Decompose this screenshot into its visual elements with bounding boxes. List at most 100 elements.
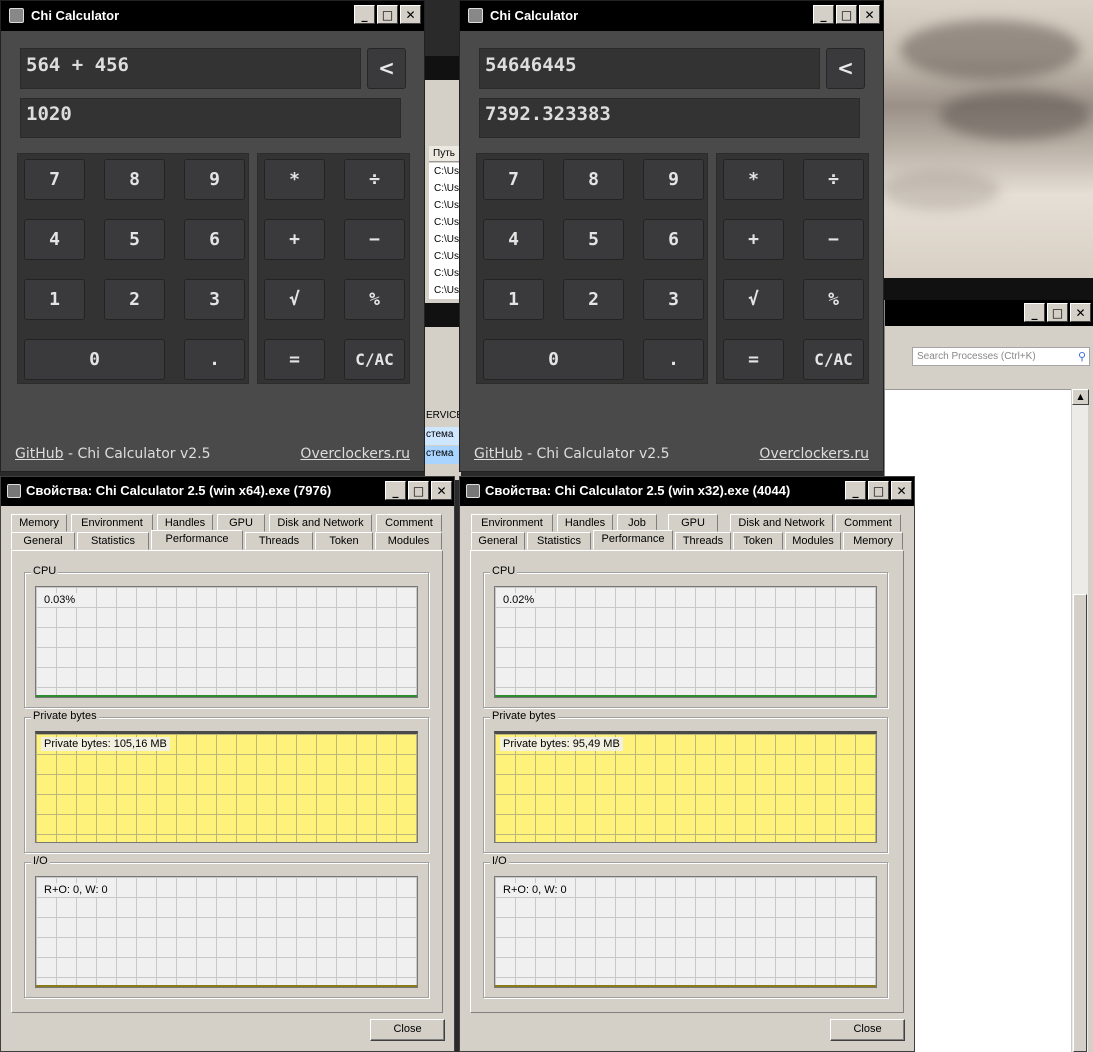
vertical-scrollbar[interactable]: ▲ [1071,389,1089,1052]
tab-modules[interactable]: Modules [785,532,841,550]
key-sqrt[interactable]: √ [723,279,784,320]
key-0[interactable]: 0 [483,339,624,380]
path-cell[interactable]: C:\Us [429,180,461,197]
maximize-button[interactable]: □ [836,5,857,24]
key-multiply[interactable]: * [264,159,325,200]
github-link[interactable]: GitHub [15,446,64,462]
tab-memory[interactable]: Memory [843,532,903,550]
key-3[interactable]: 3 [184,279,245,320]
tab-threads[interactable]: Threads [675,532,731,550]
key-clear[interactable]: C/AC [344,339,405,380]
expression-display[interactable]: 54646445 [479,48,820,89]
close-button[interactable]: ✕ [891,481,912,500]
key-4[interactable]: 4 [24,219,85,260]
tab-comment[interactable]: Comment [376,514,442,532]
github-link[interactable]: GitHub [474,446,523,462]
overclockers-link[interactable]: Overclockers.ru [300,446,410,462]
minimize-button[interactable]: _ [845,481,866,500]
user-cell[interactable]: ERVICE [425,408,461,426]
tab-token[interactable]: Token [733,532,783,550]
maximize-button[interactable]: □ [408,481,429,500]
key-sqrt[interactable]: √ [264,279,325,320]
path-column-header[interactable]: Путь [429,146,461,162]
key-clear[interactable]: C/AC [803,339,864,380]
key-7[interactable]: 7 [483,159,544,200]
key-divide[interactable]: ÷ [344,159,405,200]
maximize-button[interactable]: □ [377,5,398,24]
key-9[interactable]: 9 [643,159,704,200]
overclockers-link[interactable]: Overclockers.ru [759,446,869,462]
key-decimal[interactable]: . [184,339,245,380]
key-decimal[interactable]: . [643,339,704,380]
path-cell[interactable]: C:\Us [429,248,461,265]
minimize-button[interactable]: _ [1024,303,1045,322]
path-cell[interactable]: C:\Us [429,197,461,214]
tab-memory[interactable]: Memory [11,514,67,532]
tab-general[interactable]: General [11,532,75,550]
minimize-button[interactable]: _ [813,5,834,24]
close-button[interactable]: ✕ [1070,303,1091,322]
key-0[interactable]: 0 [24,339,165,380]
expression-display[interactable]: 564 + 456 [20,48,361,89]
key-add[interactable]: + [264,219,325,260]
key-divide[interactable]: ÷ [803,159,864,200]
key-equals[interactable]: = [264,339,325,380]
maximize-button[interactable]: □ [1047,303,1068,322]
minimize-button[interactable]: _ [354,5,375,24]
search-icon[interactable]: ⚲ [1078,350,1086,363]
scroll-thumb[interactable] [1073,594,1087,1052]
path-cell[interactable]: C:\Us [429,265,461,282]
tab-performance[interactable]: Performance [151,530,243,550]
key-6[interactable]: 6 [643,219,704,260]
key-1[interactable]: 1 [24,279,85,320]
close-dialog-button[interactable]: Close [370,1019,445,1041]
key-5[interactable]: 5 [104,219,165,260]
tab-general[interactable]: General [471,532,525,550]
tab-gpu[interactable]: GPU [668,514,718,532]
key-4[interactable]: 4 [483,219,544,260]
key-3[interactable]: 3 [643,279,704,320]
tab-comment[interactable]: Comment [835,514,901,532]
tab-modules[interactable]: Modules [375,532,442,550]
key-2[interactable]: 2 [563,279,624,320]
search-processes-input[interactable]: Search Processes (Ctrl+K) ⚲ [912,347,1090,366]
tab-statistics[interactable]: Statistics [527,532,591,550]
path-cell[interactable]: C:\Us [429,163,461,180]
tab-disk-network[interactable]: Disk and Network [269,514,372,532]
tab-environment[interactable]: Environment [71,514,153,532]
maximize-button[interactable]: □ [868,481,889,500]
key-7[interactable]: 7 [24,159,85,200]
path-cell[interactable]: C:\Us [429,214,461,231]
key-5[interactable]: 5 [563,219,624,260]
close-button[interactable]: ✕ [400,5,421,24]
key-9[interactable]: 9 [184,159,245,200]
tab-threads[interactable]: Threads [245,532,313,550]
close-button[interactable]: ✕ [859,5,880,24]
key-multiply[interactable]: * [723,159,784,200]
tab-performance[interactable]: Performance [593,530,673,550]
key-add[interactable]: + [723,219,784,260]
key-1[interactable]: 1 [483,279,544,320]
tab-statistics[interactable]: Statistics [77,532,149,550]
user-cell[interactable]: стема [425,446,461,464]
key-percent[interactable]: % [803,279,864,320]
path-cell[interactable]: C:\Us [429,231,461,248]
key-2[interactable]: 2 [104,279,165,320]
key-6[interactable]: 6 [184,219,245,260]
tab-token[interactable]: Token [315,532,373,550]
user-cell[interactable]: стема [425,427,461,445]
path-cell[interactable]: C:\Us [429,282,461,299]
key-equals[interactable]: = [723,339,784,380]
backspace-button[interactable]: < [826,48,865,89]
close-dialog-button[interactable]: Close [830,1019,905,1041]
tab-disk-network[interactable]: Disk and Network [730,514,833,532]
scroll-up-icon[interactable]: ▲ [1072,389,1089,405]
key-subtract[interactable]: − [803,219,864,260]
backspace-button[interactable]: < [367,48,406,89]
key-8[interactable]: 8 [563,159,624,200]
close-button[interactable]: ✕ [431,481,452,500]
minimize-button[interactable]: _ [385,481,406,500]
key-subtract[interactable]: − [344,219,405,260]
tab-environment[interactable]: Environment [471,514,553,532]
key-8[interactable]: 8 [104,159,165,200]
